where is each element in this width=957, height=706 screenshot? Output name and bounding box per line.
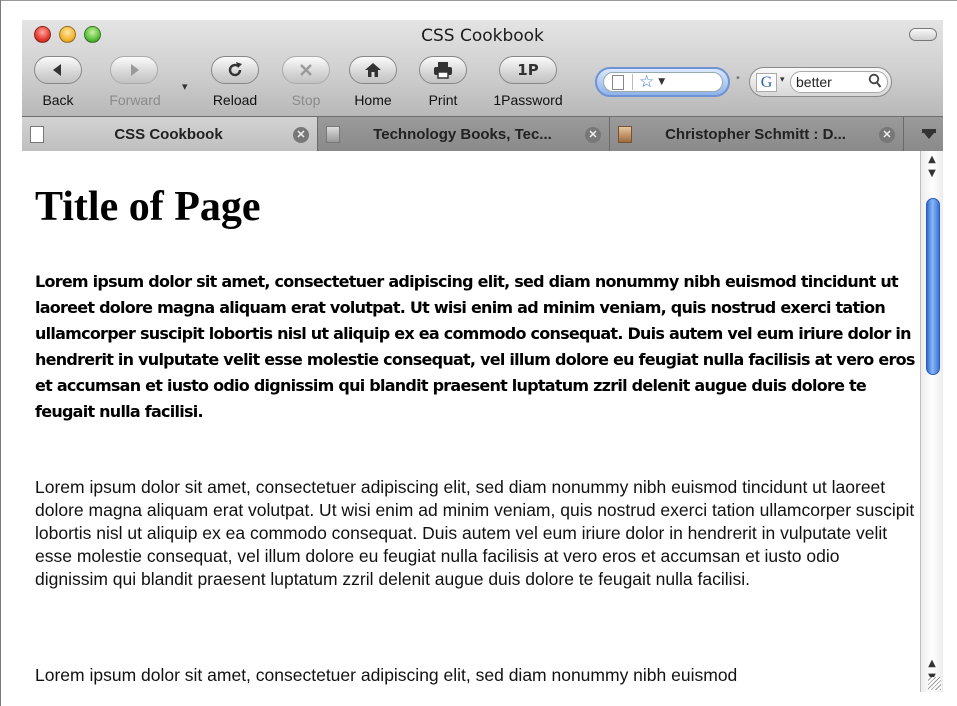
field-separator bbox=[632, 74, 633, 90]
bold-paragraph: Lorem ipsum dolor sit amet, consectetuer… bbox=[35, 272, 915, 421]
bookmark-star-icon[interactable]: ☆ bbox=[639, 72, 654, 92]
search-engine-chevron-icon[interactable]: ▾ bbox=[780, 75, 785, 85]
body-paragraph: Lorem ipsum dolor sit amet, consectetuer… bbox=[35, 665, 738, 685]
scroll-up-icon[interactable]: ▲ bbox=[921, 657, 943, 671]
window-frame-left bbox=[0, 0, 1, 706]
print-label: Print bbox=[428, 92, 458, 108]
separator-dot: • bbox=[735, 73, 741, 84]
favicon-icon bbox=[618, 126, 632, 143]
tab-label: CSS Cookbook bbox=[114, 126, 223, 143]
search-field[interactable]: G ▾ better bbox=[749, 67, 892, 97]
back-label: Back bbox=[42, 92, 74, 108]
tab-christopher-schmitt[interactable]: Christopher Schmitt : D... ✕ bbox=[610, 117, 904, 152]
home-button[interactable] bbox=[349, 56, 397, 84]
page-title: Title of Page bbox=[35, 184, 261, 230]
tab-css-cookbook[interactable]: CSS Cookbook ✕ bbox=[22, 117, 318, 152]
tab-close-icon[interactable]: ✕ bbox=[585, 126, 601, 143]
forward-label: Forward bbox=[109, 92, 161, 108]
tab-close-icon[interactable]: ✕ bbox=[293, 126, 309, 143]
toolbar: CSS Cookbook Back Forward ▾ Reload Stop bbox=[22, 20, 943, 116]
body-paragraph: Lorem ipsum dolor sit amet, consectetuer… bbox=[35, 477, 915, 589]
window-frame-top bbox=[0, 0, 957, 1]
search-engine-icon[interactable]: G bbox=[756, 73, 777, 92]
bookmark-inner[interactable]: ☆ ▼ bbox=[603, 72, 723, 92]
stop-button[interactable] bbox=[282, 56, 330, 84]
back-arrow-icon bbox=[53, 64, 61, 76]
window-title: CSS Cookbook bbox=[421, 26, 544, 46]
reload-button[interactable] bbox=[211, 56, 259, 84]
toolbar-toggle-button[interactable] bbox=[909, 28, 937, 41]
search-icon[interactable] bbox=[868, 73, 882, 89]
browser-window: CSS Cookbook Back Forward ▾ Reload Stop bbox=[22, 20, 943, 692]
search-input-value: better bbox=[796, 74, 832, 90]
bookmark-field[interactable]: ☆ ▼ bbox=[595, 67, 730, 97]
tab-technology-books[interactable]: Technology Books, Tec... ✕ bbox=[318, 117, 610, 152]
reload-label: Reload bbox=[212, 92, 258, 108]
forward-history-dropdown-icon[interactable]: ▾ bbox=[182, 80, 188, 93]
page-icon bbox=[30, 126, 44, 143]
resize-grip-icon[interactable] bbox=[928, 677, 941, 690]
stop-icon bbox=[300, 64, 312, 76]
tab-overflow-icon[interactable] bbox=[921, 127, 937, 141]
scroll-thumb[interactable] bbox=[926, 198, 940, 375]
tab-bar: CSS Cookbook ✕ Technology Books, Tec... … bbox=[22, 116, 943, 152]
home-label: Home bbox=[354, 92, 392, 108]
chevron-down-icon[interactable]: ▼ bbox=[658, 77, 665, 87]
scroll-up-icon[interactable]: ▲ bbox=[921, 153, 943, 167]
page-icon bbox=[612, 74, 624, 90]
reload-icon bbox=[228, 62, 242, 77]
stop-label: Stop bbox=[291, 92, 321, 108]
search-input[interactable]: better bbox=[790, 71, 888, 93]
scroll-down-icon[interactable]: ▼ bbox=[921, 167, 943, 181]
home-icon bbox=[365, 63, 381, 77]
printer-icon bbox=[434, 62, 452, 79]
back-button[interactable] bbox=[34, 56, 82, 84]
tab-label: Technology Books, Tec... bbox=[373, 126, 552, 143]
tab-label: Christopher Schmitt : D... bbox=[665, 126, 846, 143]
forward-arrow-icon bbox=[131, 64, 139, 76]
print-button[interactable] bbox=[419, 56, 467, 84]
tab-close-icon[interactable]: ✕ bbox=[879, 126, 895, 143]
vertical-scrollbar[interactable]: ▲ ▼ ▲ ▼ bbox=[920, 151, 943, 692]
favicon-icon bbox=[326, 126, 340, 143]
forward-button[interactable] bbox=[110, 56, 158, 84]
1password-button[interactable]: 1P bbox=[499, 56, 557, 84]
1password-label: 1Password bbox=[493, 92, 563, 108]
page-content: Title of Page Lorem ipsum dolor sit amet… bbox=[22, 151, 920, 692]
